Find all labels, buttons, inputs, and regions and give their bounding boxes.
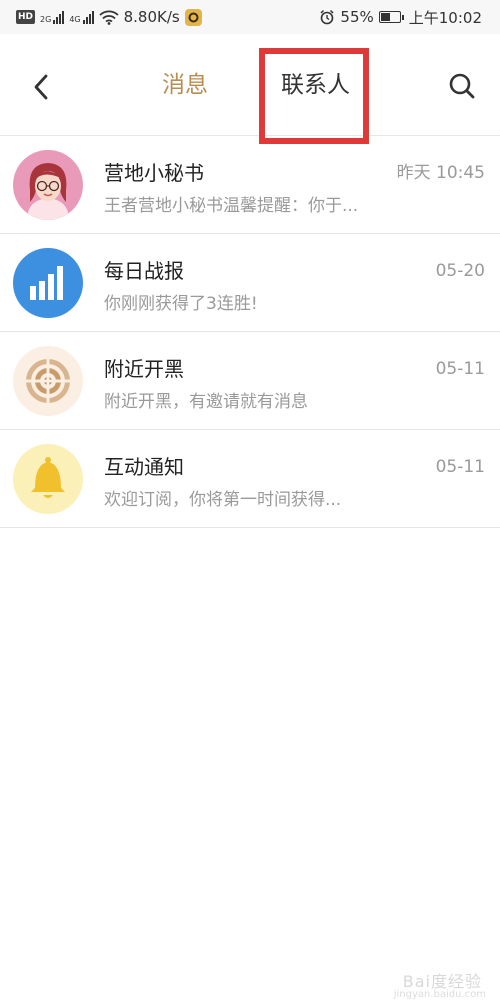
message-item-nearby-team[interactable]: 附近开黑 05-11 附近开黑，有邀请就有消息 (0, 332, 500, 430)
chevron-left-icon (34, 74, 48, 100)
network-speed: 8.80K/s (123, 8, 180, 26)
bell-icon (13, 444, 83, 514)
app-notification-icon (184, 8, 202, 26)
message-title: 互动通知 (104, 455, 184, 479)
network-type-2: 4G (69, 15, 81, 24)
message-title: 每日战报 (104, 259, 184, 283)
message-item-interaction[interactable]: 互动通知 05-11 欢迎订阅，你将第一时间获得... (0, 430, 500, 528)
radar-icon (13, 346, 83, 416)
message-preview: 王者营地小秘书温馨提醒：你于... (104, 196, 359, 216)
message-time: 昨天 10:45 (396, 163, 485, 183)
wifi-icon (98, 10, 119, 25)
network-type-1: 2G (40, 15, 52, 24)
message-time: 05-11 (435, 359, 485, 379)
message-item-daily-report[interactable]: 每日战报 05-20 你刚刚获得了3连胜! (0, 234, 500, 332)
tab-messages[interactable]: 消息 (162, 70, 208, 100)
search-button[interactable] (446, 70, 478, 102)
message-preview: 附近开黑，有邀请就有消息 (104, 392, 308, 412)
alarm-icon (320, 9, 334, 25)
tab-contacts[interactable]: 联系人 (281, 70, 350, 100)
battery-icon (378, 11, 404, 23)
message-time: 05-20 (435, 261, 485, 281)
back-button[interactable] (26, 72, 56, 102)
hd-badge: HD (16, 10, 36, 24)
battery-percent: 55% (340, 8, 374, 26)
message-preview: 你刚刚获得了3连胜! (104, 294, 258, 314)
message-title: 营地小秘书 (104, 161, 204, 185)
message-list: 营地小秘书 昨天 10:45 王者营地小秘书温馨提醒：你于... 每日战报 05… (0, 136, 500, 528)
clock: 上午10:02 (408, 8, 482, 27)
message-item-camp-secretary[interactable]: 营地小秘书 昨天 10:45 王者营地小秘书温馨提醒：你于... (0, 136, 500, 234)
status-left: HD 2G 4G 8.80K/s (0, 8, 202, 26)
nav-header: 消息 联系人 (0, 34, 500, 144)
search-icon (449, 73, 475, 99)
message-time: 05-11 (435, 457, 485, 477)
message-title: 附近开黑 (104, 357, 184, 381)
signal-icon-2 (82, 10, 94, 24)
bar-chart-icon (13, 248, 83, 318)
status-right: 55% 上午10:02 (319, 7, 500, 28)
message-preview: 欢迎订阅，你将第一时间获得... (104, 490, 342, 510)
status-bar: HD 2G 4G 8.80K/s 55% 上午10:02 (0, 0, 500, 34)
watermark-url: jingyan.baidu.com (393, 989, 486, 1000)
girl-avatar-icon (13, 150, 83, 220)
signal-icon (53, 10, 65, 24)
